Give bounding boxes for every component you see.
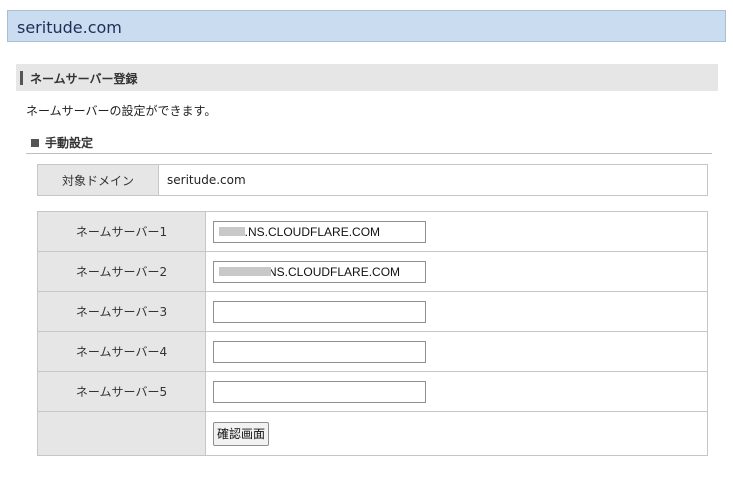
nameserver-label-3: ネームサーバー3 — [37, 291, 206, 332]
nameserver-label-5: ネームサーバー5 — [37, 371, 206, 412]
button-row: 確認画面 — [37, 411, 708, 456]
nameserver-row-2: ネームサーバー2 — [37, 251, 708, 292]
section-header: ネームサーバー登録 — [16, 64, 718, 91]
redacted-mark — [219, 266, 271, 276]
nameserver-input-3[interactable] — [213, 300, 426, 323]
nameserver-row-4: ネームサーバー4 — [37, 331, 708, 372]
domain-value: seritude.com — [158, 164, 708, 196]
section-description: ネームサーバーの設定ができます。 — [26, 104, 217, 118]
domain-table: 対象ドメイン seritude.com — [37, 164, 708, 196]
nameserver-label-2: ネームサーバー2 — [37, 251, 206, 292]
nameserver-input-5[interactable] — [213, 380, 426, 403]
subheading: 手動設定 — [31, 134, 93, 151]
nameserver-row-1: ネームサーバー1 — [37, 211, 708, 252]
section-marker — [20, 71, 23, 85]
square-bullet-icon — [31, 139, 39, 147]
domain-row: 対象ドメイン seritude.com — [37, 164, 708, 196]
nameserver-label-1: ネームサーバー1 — [37, 211, 206, 252]
empty-label-cell — [37, 411, 206, 456]
site-header: seritude.com — [7, 10, 726, 42]
nameserver-label-4: ネームサーバー4 — [37, 331, 206, 372]
divider — [26, 153, 712, 154]
nameserver-table: ネームサーバー1 ネームサーバー2 ネームサーバー3 ネームサーバー4 ネームサ… — [37, 211, 708, 456]
nameserver-input-4[interactable] — [213, 340, 426, 363]
section-title: ネームサーバー登録 — [30, 72, 138, 86]
nameserver-row-5: ネームサーバー5 — [37, 371, 708, 412]
nameserver-row-3: ネームサーバー3 — [37, 291, 708, 332]
domain-label: 対象ドメイン — [37, 164, 159, 196]
redacted-mark — [219, 226, 245, 236]
subheading-text: 手動設定 — [45, 136, 94, 150]
site-title: seritude.com — [17, 18, 122, 37]
confirm-button[interactable]: 確認画面 — [213, 421, 270, 446]
